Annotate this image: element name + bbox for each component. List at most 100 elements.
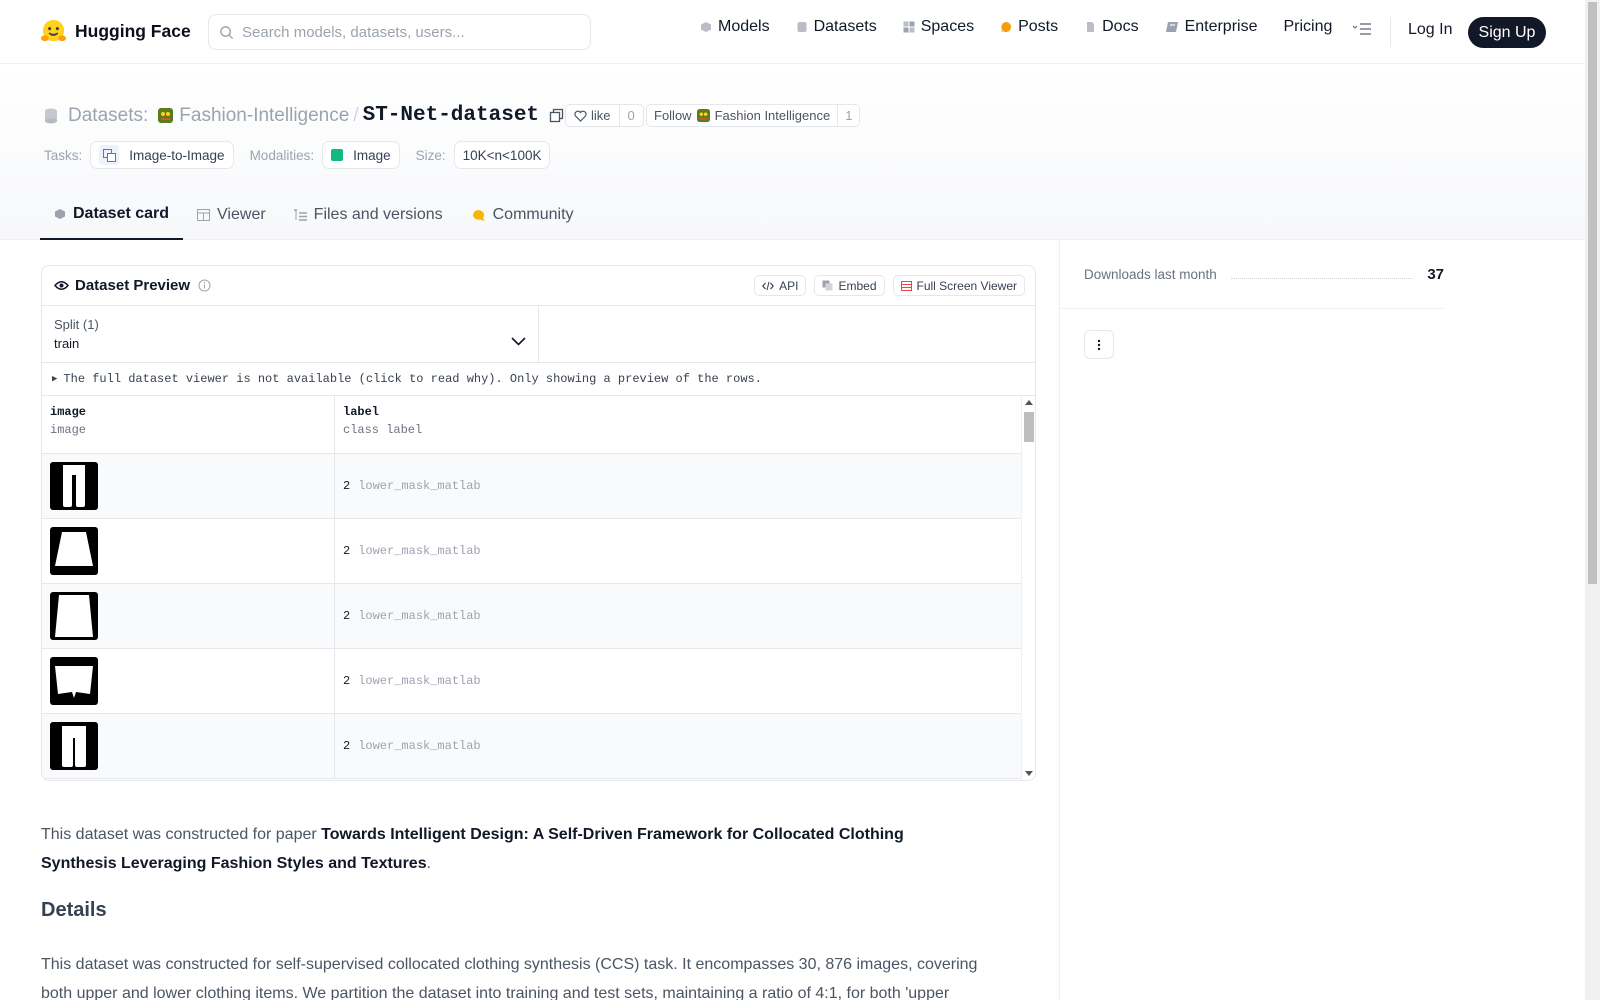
like-part[interactable]: like	[566, 105, 619, 126]
nav-posts[interactable]: Posts	[1000, 18, 1058, 36]
brand-link[interactable]: Hugging Face	[40, 18, 191, 45]
tab-dataset-card[interactable]: Dataset card	[40, 190, 184, 240]
tab-files[interactable]: Files and versions	[280, 190, 457, 240]
table-row[interactable]: 2 lower_mask_matlab	[42, 714, 1021, 779]
label-id: 2	[343, 544, 351, 558]
size-chip[interactable]: 10K<n<100K	[453, 141, 551, 169]
column-header-image[interactable]: image image	[42, 396, 335, 453]
image-cell[interactable]	[42, 454, 335, 518]
mask-thumbnail[interactable]	[50, 592, 98, 640]
label-id: 2	[343, 609, 351, 623]
follow-part[interactable]: Follow Fashion Intelligence	[647, 105, 837, 126]
image-cell[interactable]	[42, 649, 335, 713]
label-cell[interactable]: 2 lower_mask_matlab	[335, 519, 1021, 583]
scrollbar-thumb[interactable]	[1024, 412, 1034, 442]
models-icon	[701, 22, 711, 32]
docs-icon	[1087, 22, 1095, 32]
label-cell[interactable]: 2 lower_mask_matlab	[335, 584, 1021, 648]
nav-docs-label: Docs	[1102, 18, 1139, 35]
nav-docs[interactable]: Docs	[1084, 18, 1139, 36]
label-cell[interactable]: 2 lower_mask_matlab	[335, 454, 1021, 518]
nav-links: Models Datasets Spaces Posts Docs Enterp…	[700, 18, 1358, 36]
chevron-down-icon	[511, 337, 526, 346]
table-icon	[197, 209, 211, 221]
table-row[interactable]: 2 lower_mask_matlab	[42, 584, 1021, 649]
split-select[interactable]: Split (1) train	[42, 306, 539, 362]
nav-models[interactable]: Models	[700, 18, 770, 36]
nav-spaces[interactable]: Spaces	[903, 18, 974, 36]
tab-viewer[interactable]: Viewer	[183, 190, 280, 240]
like-button[interactable]: like 0	[565, 104, 644, 127]
task-chip[interactable]: Image-to-Image	[90, 141, 234, 169]
modality-chip[interactable]: Image	[322, 141, 400, 169]
image-cell[interactable]	[42, 584, 335, 648]
breadcrumb-section[interactable]: Datasets:	[68, 105, 148, 127]
org-avatar-icon	[158, 108, 174, 123]
search-box[interactable]	[208, 14, 591, 50]
signup-button[interactable]: Sign Up	[1468, 17, 1546, 48]
nav-enterprise[interactable]: Enterprise	[1165, 18, 1258, 36]
info-icon[interactable]	[198, 279, 211, 292]
split-selector-row: Split (1) train	[42, 306, 1035, 363]
nav-spaces-label: Spaces	[920, 18, 975, 35]
downloads-label: Downloads last month	[1084, 267, 1217, 282]
page-scrollbar-thumb[interactable]	[1588, 2, 1597, 584]
table-row[interactable]: 2 lower_mask_matlab	[42, 649, 1021, 714]
preview-header: Dataset Preview API Embed Full Screen Vi…	[42, 266, 1035, 306]
page-scrollbar[interactable]	[1585, 0, 1600, 1000]
mask-thumbnail[interactable]	[50, 722, 98, 770]
image-cell[interactable]	[42, 714, 335, 778]
label-cell[interactable]: 2 lower_mask_matlab	[335, 714, 1021, 778]
kebab-icon	[1097, 339, 1101, 350]
breadcrumb-separator: /	[353, 104, 359, 126]
scroll-up-arrow-icon[interactable]	[1025, 400, 1033, 405]
nav-enterprise-label: Enterprise	[1184, 18, 1258, 35]
column-header-label[interactable]: label class label	[335, 396, 1021, 453]
scroll-down-arrow-icon[interactable]	[1025, 771, 1033, 776]
more-menu-button[interactable]	[1352, 22, 1372, 40]
table-row[interactable]: 2 lower_mask_matlab	[42, 519, 1021, 584]
search-input[interactable]	[242, 23, 572, 41]
image-modality-icon	[331, 149, 344, 161]
search-icon	[220, 25, 234, 39]
repo-name[interactable]: ST-Net-dataset	[363, 104, 539, 127]
embed-label: Embed	[838, 278, 877, 293]
org-avatar-icon	[696, 109, 710, 122]
viewer-notice[interactable]: ▶ The full dataset viewer is not availab…	[42, 363, 1035, 396]
tab-community[interactable]: Community	[457, 190, 588, 240]
breadcrumb-org[interactable]: Fashion-Intelligence	[179, 105, 349, 127]
api-button[interactable]: API	[754, 275, 807, 296]
login-link[interactable]: Log In	[1408, 21, 1452, 39]
dataset-preview: Dataset Preview API Embed Full Screen Vi…	[41, 265, 1036, 781]
column-name: image	[50, 405, 87, 419]
table-scrollbar[interactable]	[1021, 396, 1035, 780]
copy-icon[interactable]	[549, 108, 564, 123]
details-text: This dataset was constructed for self-su…	[41, 956, 978, 1000]
mask-thumbnail[interactable]	[50, 657, 98, 705]
label-id: 2	[343, 739, 351, 753]
nav-datasets[interactable]: Datasets	[796, 18, 877, 36]
column-name: label	[343, 405, 380, 419]
downloads-value: 37	[1427, 266, 1444, 283]
dotted-leader	[1230, 271, 1414, 279]
table-row[interactable]: 2 lower_mask_matlab	[42, 454, 1021, 519]
dataset-icon	[45, 108, 57, 123]
split-value: train	[54, 336, 80, 351]
like-count[interactable]: 0	[618, 105, 643, 126]
full-screen-viewer-button[interactable]: Full Screen Viewer	[892, 275, 1025, 296]
mask-thumbnail[interactable]	[50, 462, 98, 510]
embed-button[interactable]: Embed	[814, 275, 885, 296]
follow-button[interactable]: Follow Fashion Intelligence 1	[646, 104, 861, 127]
task-chip-label: Image-to-Image	[129, 147, 225, 163]
nav-pricing[interactable]: Pricing	[1283, 18, 1332, 36]
image-cell[interactable]	[42, 519, 335, 583]
api-label: API	[779, 278, 799, 293]
follow-count[interactable]: 1	[837, 105, 859, 126]
menu-list-icon	[1352, 23, 1371, 35]
tab-viewer-label: Viewer	[217, 206, 266, 223]
enterprise-icon	[1165, 22, 1178, 32]
more-options-button[interactable]	[1084, 330, 1114, 359]
label-cell[interactable]: 2 lower_mask_matlab	[335, 649, 1021, 713]
posts-icon	[1001, 22, 1012, 32]
mask-thumbnail[interactable]	[50, 527, 98, 575]
